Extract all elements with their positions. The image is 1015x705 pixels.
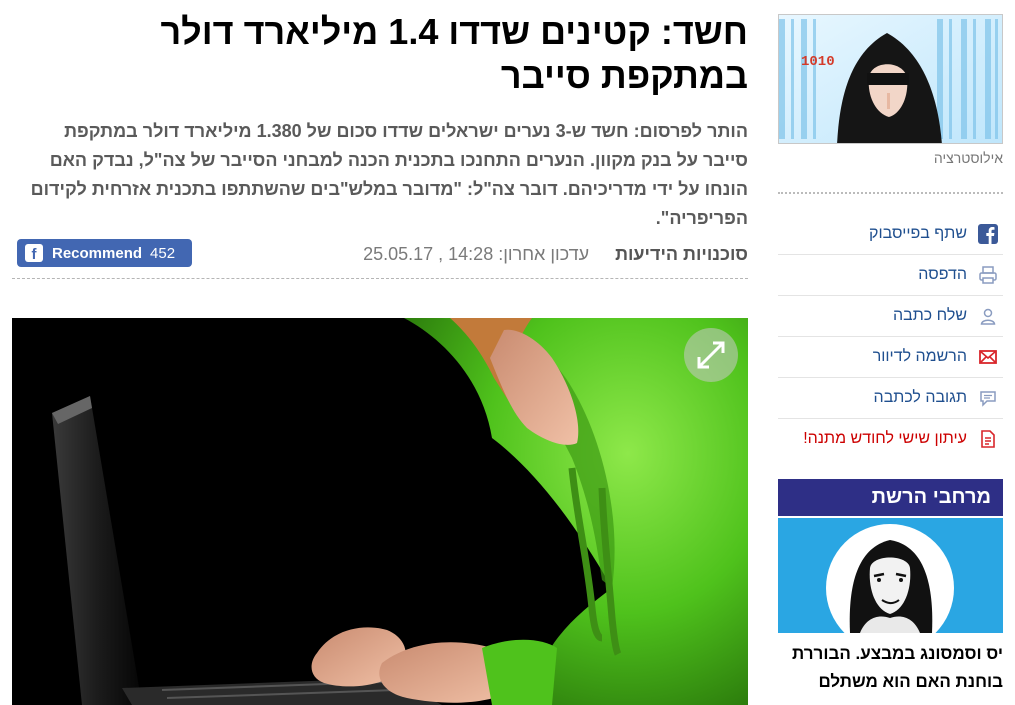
person-icon (977, 305, 999, 327)
facebook-recommend-button[interactable]: f Recommend 452 (17, 239, 192, 267)
print-label: הדפסה (918, 266, 967, 283)
send-article-item[interactable]: שלח כתבה (778, 296, 1003, 337)
facebook-icon: f (25, 244, 43, 262)
article-thumbnail[interactable]: 1010 (778, 14, 1003, 144)
share-facebook-label: שתף בפייסבוק (869, 225, 967, 242)
article-source[interactable]: סוכנויות הידיעות (615, 244, 748, 264)
hacker-thumbnail-image: 1010 (779, 15, 1002, 143)
updated-date: 25.05.17 , 14:28 (363, 244, 494, 264)
article-meta: סוכנויות הידיעות עדכון אחרון: 25.05.17 , … (363, 244, 748, 266)
sidebar-divider (778, 192, 1003, 194)
comment-item[interactable]: תגובה לכתבה (778, 378, 1003, 419)
send-article-label: שלח כתבה (893, 307, 967, 324)
document-icon (977, 428, 999, 450)
recommend-label: Recommend (52, 244, 143, 262)
friday-paper-offer-item[interactable]: עיתון שישי לחודש מתנה! (778, 419, 1003, 459)
comment-label: תגובה לכתבה (873, 389, 967, 406)
recommend-count: 452 (150, 244, 176, 262)
newsletter-signup-item[interactable]: הרשמה לדיוור (778, 337, 1003, 378)
updated-label: עדכון אחרון: (498, 244, 590, 264)
print-item[interactable]: הדפסה (778, 255, 1003, 296)
print-icon (977, 264, 999, 286)
promo-woman-illustration (778, 518, 1003, 633)
thumb-binary-text: 1010 (801, 54, 835, 70)
article-headline: חשד: קטינים שדדו 1.4 מיליארד דולר במתקפת… (160, 11, 748, 96)
mail-icon (977, 346, 999, 368)
share-tools-list: שתף בפייסבוק הדפסה שלח כתבה הרשמה לדיוור… (778, 214, 1003, 459)
share-facebook-item[interactable]: שתף בפייסבוק (778, 214, 1003, 255)
promo-image[interactable] (778, 518, 1003, 633)
article-main: חשד: קטינים שדדו 1.4 מיליארד דולר במתקפת… (12, 0, 748, 705)
newsletter-signup-label: הרשמה לדיוור (872, 348, 967, 365)
promo-section-title: מרחבי הרשת (778, 479, 1003, 516)
expand-image-icon[interactable] (684, 328, 738, 382)
article-subhead: הותר לפרסום: חשד ש-3 נערים ישראלים שדדו … (30, 121, 748, 228)
meta-divider (12, 278, 748, 279)
hacker-photo (12, 318, 748, 705)
friday-paper-offer-label: עיתון שישי לחודש מתנה! (803, 430, 967, 447)
sidebar: 1010 אילוסטרציה שתף בפייסבוק הדפסה שלח כ… (778, 0, 1003, 705)
comment-icon (977, 387, 999, 409)
thumbnail-caption: אילוסטרציה (933, 150, 1003, 166)
promo-headline[interactable]: יס וסמסונג במבצע. הבוררת בוחנת האם הוא מ… (778, 640, 1003, 696)
article-main-image[interactable] (12, 318, 748, 705)
facebook-icon (977, 223, 999, 245)
